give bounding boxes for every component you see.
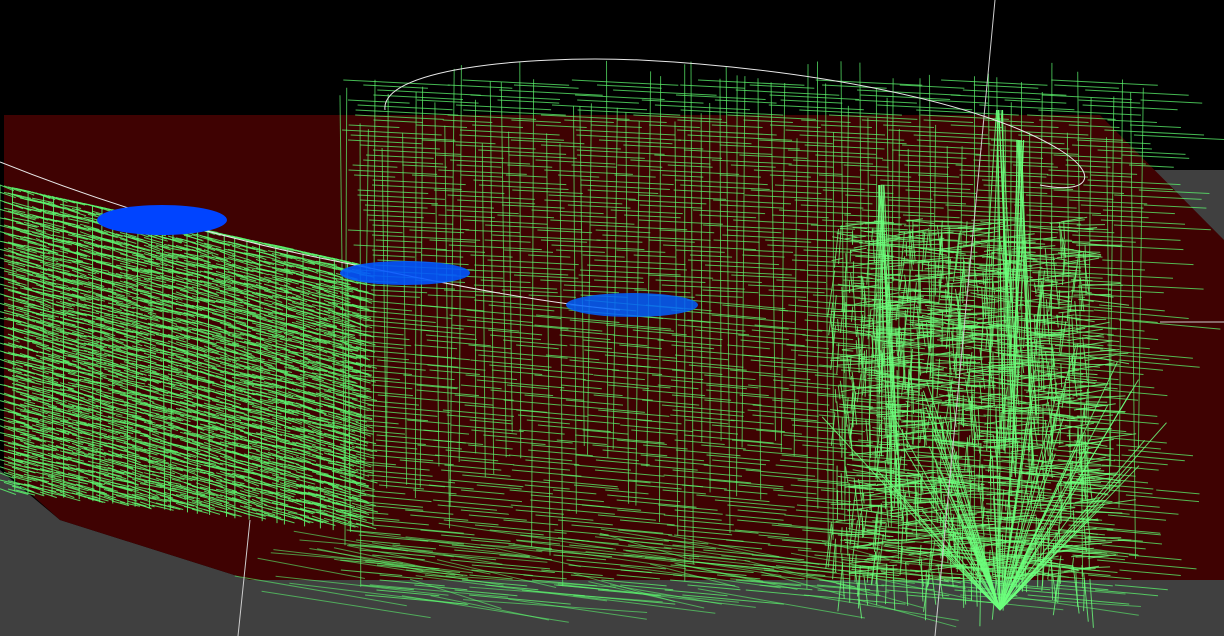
mesh-line [42,194,45,496]
mesh-line [1067,309,1094,312]
mesh-line [882,418,901,420]
mesh-line [414,91,417,499]
3d-viewport[interactable] [0,0,1224,636]
mesh-line [879,243,881,259]
mesh-line [736,75,738,497]
mesh-line [952,361,976,363]
mesh-line [359,123,362,587]
scene-canvas[interactable] [0,0,1224,636]
mesh-line [186,226,188,513]
mesh-line [1076,224,1106,226]
mesh-line [62,198,65,498]
mesh-line [700,113,703,442]
mesh-line [319,255,321,529]
